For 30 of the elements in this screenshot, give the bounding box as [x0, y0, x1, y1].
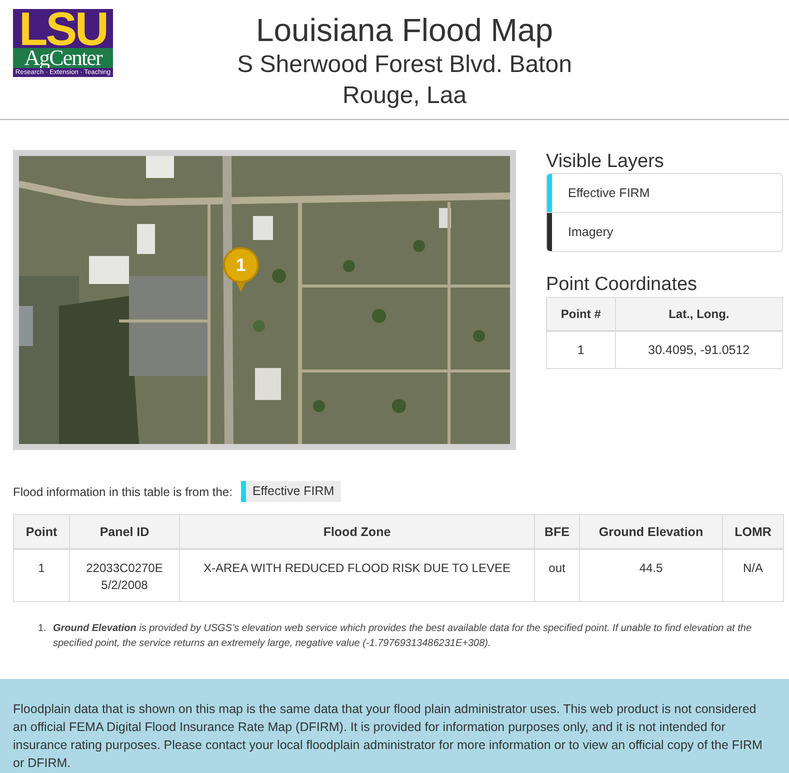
- table-header-cell: Point #: [546, 298, 616, 331]
- table-header-cell: BFE: [534, 514, 580, 549]
- source-label: Flood information in this table is from the:: [13, 484, 232, 498]
- table-cell: 30.4095, -91.0512: [615, 331, 782, 368]
- table-header-cell: Flood Zone: [180, 514, 534, 549]
- table-cell: 44.5: [580, 549, 722, 601]
- layer-tag: Effective FIRM: [241, 481, 342, 502]
- table-header-cell: LOMR: [722, 514, 784, 549]
- section-heading: Visible Layers: [546, 150, 665, 173]
- table-cell: X-AREA WITH REDUCED FLOOD RISK DUE TO LEVEE: [180, 549, 534, 601]
- page-title: Louisiana Flood Map: [256, 12, 554, 49]
- table-cell: N/A: [722, 549, 784, 601]
- table-cell: 1: [546, 331, 616, 368]
- footnote-number: 1.: [38, 622, 48, 636]
- panel-date-text: 5/2/2008: [100, 577, 149, 594]
- panel-id-text: 22033C0270E: [85, 560, 164, 577]
- logo-wordmark: LSU: [13, 9, 113, 48]
- table-header-cell: Ground Elevation: [580, 514, 722, 549]
- footnote-text: Ground Elevation is provided by USGS’s elevation web service which provides the best available data for the specified point. If unable to find elevation at the specified point, the service returns an extremely large, negative value (-1.79769313486231E+308).: [53, 622, 753, 650]
- layer-item[interactable]: Imagery: [547, 212, 782, 251]
- logo-name: AgCenter: [13, 48, 113, 68]
- table-cell: 1: [14, 549, 70, 601]
- table-cell: out: [534, 549, 580, 601]
- section-heading: Point Coordinates: [546, 273, 698, 296]
- disclaimer-text: Floodplain data that is shown on this map is the same data that your flood plain administrator uses. This web product is not considered an official FEMA Digital Flood Insurance Rate Map (DFIRM). It is provided for information purposes only, and it is not intended for insurance rating purposes. Please contact your local floodplain administrator for more information or to view an official copy of the FIRM or DFIRM.: [0, 678, 789, 773]
- table-header-cell: Lat., Long.: [615, 298, 782, 331]
- address-subtitle: S Sherwood Forest Blvd. Baton Rouge, Laa: [236, 50, 573, 111]
- layer-item[interactable]: Effective FIRM: [547, 174, 782, 212]
- table-header-cell: Panel ID: [70, 514, 180, 549]
- table-header-cell: Point: [14, 514, 70, 549]
